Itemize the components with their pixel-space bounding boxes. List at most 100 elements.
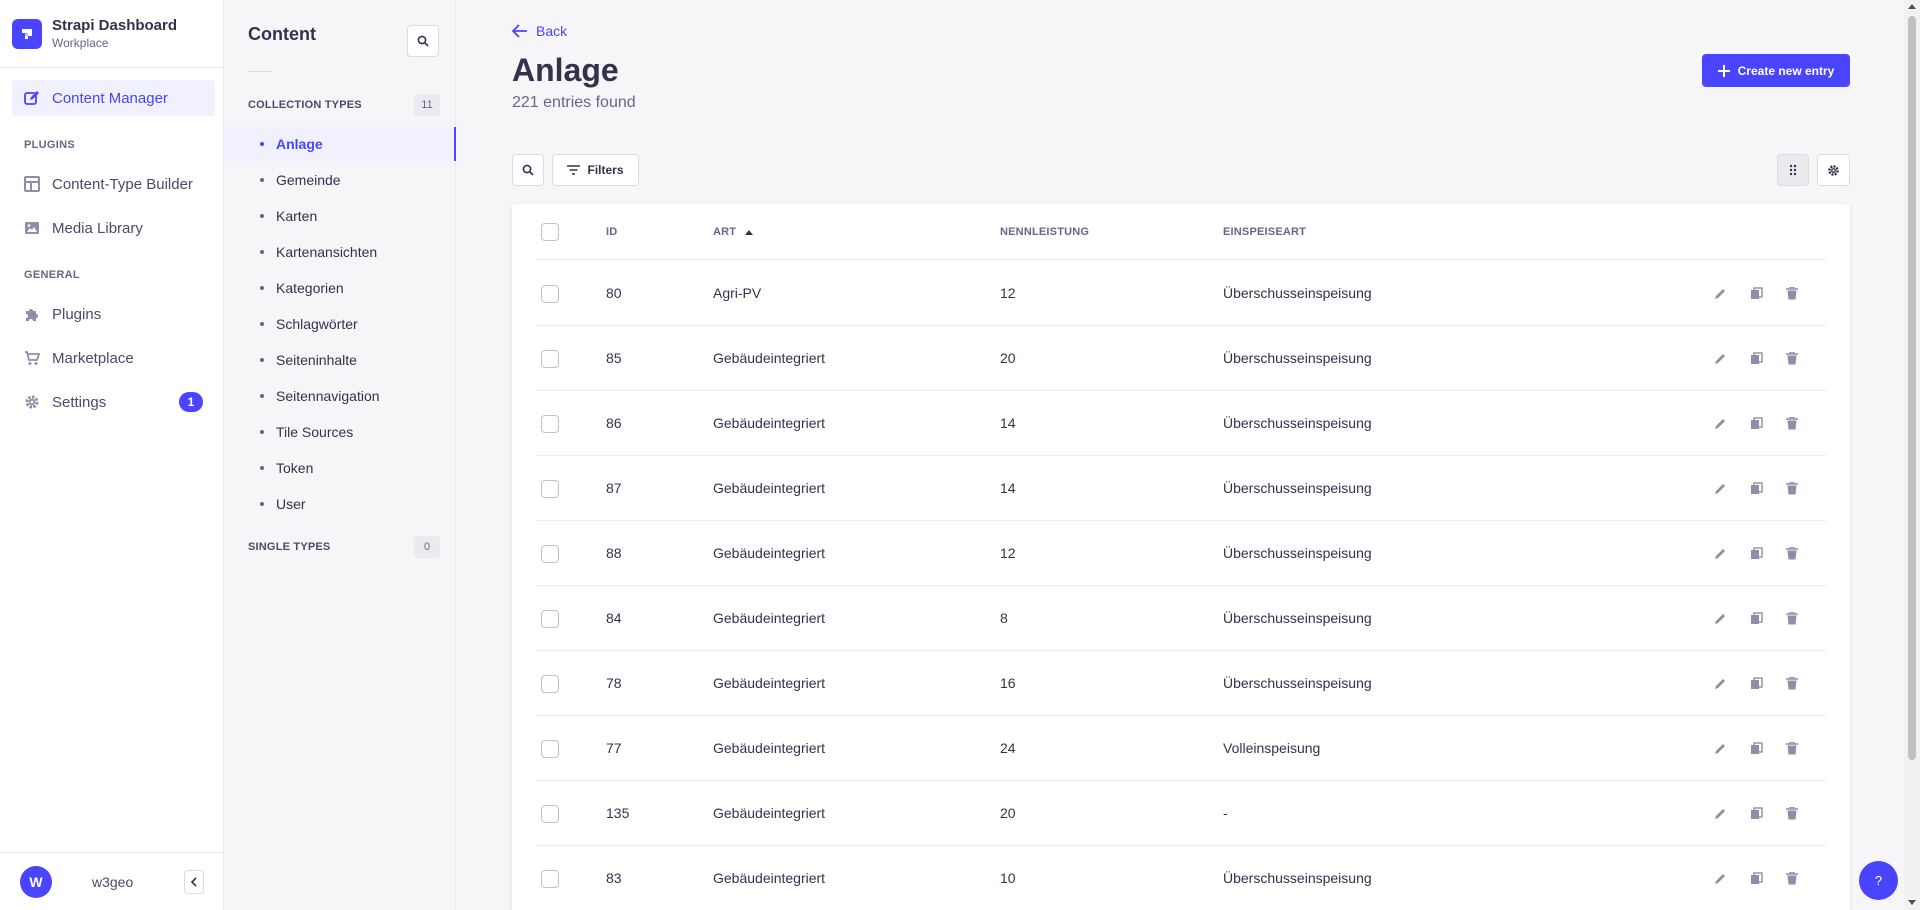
table-row[interactable]: 83 Gebäudeintegriert 10 Überschusseinspeisu… (536, 846, 1826, 910)
cell-art: Gebäudeintegriert (713, 740, 826, 756)
duplicate-icon[interactable] (1747, 804, 1765, 822)
scroll-up-icon[interactable] (1908, 4, 1916, 9)
select-all-checkbox[interactable] (541, 223, 559, 241)
row-checkbox[interactable] (541, 805, 559, 823)
row-checkbox[interactable] (541, 675, 559, 693)
trash-icon[interactable] (1783, 674, 1801, 692)
subnav-item-anlage[interactable]: Anlage (224, 127, 456, 161)
subnav-item-schlagwoerter[interactable]: Schlagwörter (224, 307, 456, 341)
trash-icon[interactable] (1783, 479, 1801, 497)
nav-item-settings[interactable]: Settings 1 (12, 384, 215, 420)
subnav-item-token[interactable]: Token (224, 451, 456, 485)
trash-icon[interactable] (1783, 544, 1801, 562)
edit-pencil-icon[interactable] (1711, 284, 1729, 302)
table-row[interactable]: 77 Gebäudeintegriert 24 Volleinspeisung (536, 716, 1826, 781)
column-header-nennleistung[interactable]: NENNLEISTUNG (1000, 226, 1089, 238)
edit-pencil-icon[interactable] (1711, 739, 1729, 757)
row-checkbox[interactable] (541, 480, 559, 498)
edit-pencil-icon[interactable] (1711, 804, 1729, 822)
edit-pencil-icon[interactable] (1711, 349, 1729, 367)
trash-icon[interactable] (1783, 739, 1801, 757)
cell-art: Gebäudeintegriert (713, 480, 826, 496)
duplicate-icon[interactable] (1747, 674, 1765, 692)
nav-item-plugins[interactable]: Plugins (12, 296, 215, 332)
subnav-item-kartenansichten[interactable]: Kartenansichten (224, 235, 456, 269)
duplicate-icon[interactable] (1747, 414, 1765, 432)
edit-pencil-icon[interactable] (1711, 869, 1729, 887)
scroll-down-icon[interactable] (1908, 900, 1916, 905)
trash-icon[interactable] (1783, 349, 1801, 367)
column-header-id[interactable]: ID (606, 226, 617, 238)
trash-icon[interactable] (1783, 869, 1801, 887)
search-button[interactable] (512, 154, 544, 186)
trash-icon[interactable] (1783, 609, 1801, 627)
table-row[interactable]: 85 Gebäudeintegriert 20 Überschusseinspeisu… (536, 326, 1826, 391)
username[interactable]: w3geo (92, 874, 133, 890)
edit-pencil-icon[interactable] (1711, 479, 1729, 497)
row-checkbox[interactable] (541, 285, 559, 303)
duplicate-icon[interactable] (1747, 479, 1765, 497)
scrollbar-thumb[interactable] (1908, 16, 1916, 760)
nav-item-label: Content-Type Builder (52, 175, 193, 193)
nav-item-marketplace[interactable]: Marketplace (12, 340, 215, 376)
nav-item-content-manager[interactable]: Content Manager (12, 80, 215, 116)
table-header: ID ART NENNLEISTUNG EINSPEISEART (536, 204, 1826, 260)
avatar[interactable]: W (20, 865, 52, 898)
subnav-item-kategorien[interactable]: Kategorien (224, 271, 456, 305)
edit-pencil-icon[interactable] (1711, 674, 1729, 692)
scrollbar[interactable] (1904, 0, 1920, 910)
edit-pencil-icon[interactable] (1711, 609, 1729, 627)
table-row[interactable]: 88 Gebäudeintegriert 12 Überschusseinspeisu… (536, 521, 1826, 586)
subnav-search-button[interactable] (407, 25, 439, 57)
back-link[interactable]: Back (512, 23, 567, 39)
edit-pencil-icon[interactable] (1711, 544, 1729, 562)
edit-pencil-icon[interactable] (1711, 414, 1729, 432)
subnav-item-seiteninhalte[interactable]: Seiteninhalte (224, 343, 456, 377)
duplicate-icon[interactable] (1747, 544, 1765, 562)
duplicate-icon[interactable] (1747, 869, 1765, 887)
table-row[interactable]: 87 Gebäudeintegriert 14 Überschusseinspeisu… (536, 456, 1826, 521)
row-checkbox[interactable] (541, 415, 559, 433)
row-checkbox[interactable] (541, 870, 559, 888)
subnav-item-seitennavigation[interactable]: Seitennavigation (224, 379, 456, 413)
column-header-einspeiseart[interactable]: EINSPEISEART (1223, 226, 1306, 238)
trash-icon[interactable] (1783, 414, 1801, 432)
table-row[interactable]: 80 Agri-PV 12 Überschusseinspeisung (536, 261, 1826, 326)
cell-id: 78 (606, 675, 622, 691)
duplicate-icon[interactable] (1747, 739, 1765, 757)
table-row[interactable]: 135 Gebäudeintegriert 20 - (536, 781, 1826, 846)
single-types-heading[interactable]: SINGLE TYPES 0 (248, 536, 440, 558)
row-checkbox[interactable] (541, 545, 559, 563)
duplicate-icon[interactable] (1747, 609, 1765, 627)
create-entry-button[interactable]: Create new entry (1702, 54, 1850, 87)
layout-icon (24, 176, 40, 192)
row-checkbox[interactable] (541, 350, 559, 368)
nav-item-content-type-builder[interactable]: Content-Type Builder (12, 166, 215, 202)
view-settings-button[interactable] (1777, 154, 1809, 186)
subnav-item-karten[interactable]: Karten (224, 199, 456, 233)
collection-types-heading[interactable]: COLLECTION TYPES 11 (248, 94, 440, 116)
trash-icon[interactable] (1783, 804, 1801, 822)
table-row[interactable]: 78 Gebäudeintegriert 16 Überschusseinspeisu… (536, 651, 1826, 716)
duplicate-icon[interactable] (1747, 349, 1765, 367)
table-row[interactable]: 84 Gebäudeintegriert 8 Überschusseinspeisun… (536, 586, 1826, 651)
duplicate-icon[interactable] (1747, 284, 1765, 302)
list-settings-button[interactable] (1817, 154, 1850, 186)
collapse-nav-button[interactable] (184, 870, 204, 894)
row-checkbox[interactable] (541, 740, 559, 758)
row-checkbox[interactable] (541, 610, 559, 628)
filters-button[interactable]: Filters (552, 154, 639, 186)
subnav-item-tile-sources[interactable]: Tile Sources (224, 415, 456, 449)
table-row[interactable]: 86 Gebäudeintegriert 14 Überschusseinspeisu… (536, 391, 1826, 456)
cell-einspeiseart: Überschusseinspeisung (1223, 545, 1372, 561)
help-button[interactable]: ? (1859, 861, 1898, 900)
trash-icon[interactable] (1783, 284, 1801, 302)
cell-id: 86 (606, 415, 622, 431)
nav-item-media-library[interactable]: Media Library (12, 210, 215, 246)
subnav-item-user[interactable]: User (224, 487, 456, 521)
column-header-art[interactable]: ART (713, 226, 754, 238)
cell-art: Gebäudeintegriert (713, 610, 826, 626)
subnav-item-label: Anlage (276, 136, 323, 152)
entries-count: 221 entries found (512, 94, 636, 111)
subnav-item-gemeinde[interactable]: Gemeinde (224, 163, 456, 197)
